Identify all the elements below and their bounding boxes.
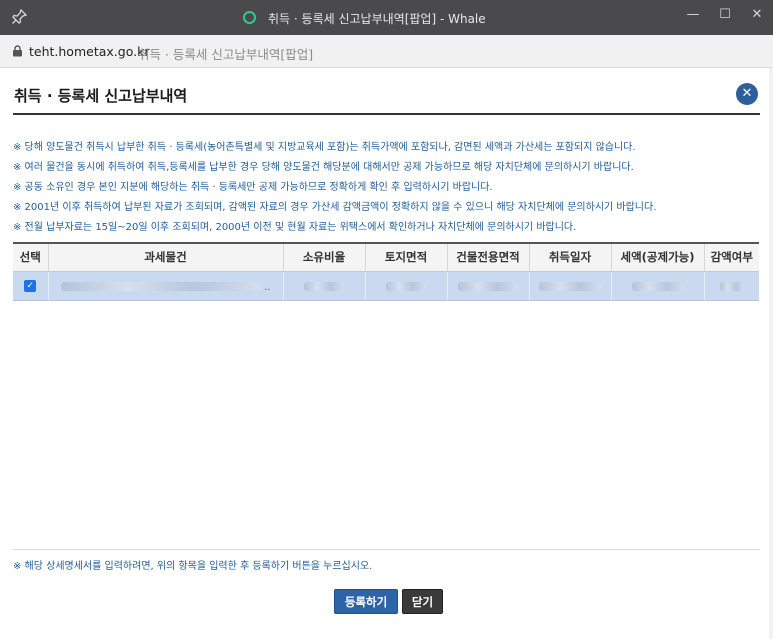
column-header-select: 선택 [13,242,49,272]
column-header-taxable-item: 과세물건 [48,242,284,272]
close-button[interactable]: 닫기 [402,589,443,614]
page-title: 취득 · 등록세 신고납부내역 [14,87,188,105]
notice-item: ※ 공동 소유인 경우 본인 지분에 해당하는 취득 · 등록세만 공제 가능하… [13,182,493,193]
table-header-row: 선택 과세물건 소유비율 토지면적 건물전용면적 취득일자 세액(공제가능) 감… [13,242,759,272]
ownership-ratio-cell [283,271,366,301]
column-header-building-area: 건물전용면적 [447,242,530,272]
acquisition-date-cell [529,271,612,301]
notice-item: ※ 전월 납부자료는 15일~20일 이후 조회되며, 2000년 이전 및 현… [13,222,577,233]
url-text[interactable]: teht.hometax.go.kr [29,44,149,59]
close-icon[interactable]: ✕ [736,83,758,105]
tax-payment-table: 선택 과세물건 소유비율 토지면적 건물전용면적 취득일자 세액(공제가능) 감… [13,242,759,301]
redacted-text [60,281,261,291]
taxable-item-cell: .. [48,271,284,301]
scrollbar-track[interactable] [769,68,773,639]
notice-list: ※ 당해 양도물건 취득시 납부한 취득 · 등록세(농어촌특별세 및 지방교육… [13,138,760,238]
building-area-cell [447,271,530,301]
overflow-ellipsis: .. [264,281,271,293]
table-row[interactable]: ✓ .. [13,271,759,301]
redacted-text [386,281,426,291]
maximize-button[interactable]: ☐ [712,4,738,28]
row-checkbox[interactable]: ✓ [24,280,37,292]
redacted-text [458,281,518,291]
land-area-cell [365,271,448,301]
column-header-ownership-ratio: 소유비율 [283,242,366,272]
pin-icon[interactable] [11,9,27,25]
popup-header: 취득 · 등록세 신고납부내역 [13,68,760,115]
window-close-button[interactable]: ✕ [744,4,770,28]
minimize-button[interactable]: — [680,4,706,28]
redacted-text [539,281,601,291]
address-bar: teht.hometax.go.kr 취득 · 등록세 신고납부내역[팝업] [0,35,773,68]
register-button[interactable]: 등록하기 [334,589,398,614]
notice-item: ※ 2001년 이후 취득하여 납부된 자료가 조회되며, 감액된 자료의 경우… [13,202,657,213]
divider [13,549,760,550]
redacted-text [631,281,684,291]
reduction-cell [704,271,759,301]
column-header-tax-amount: 세액(공제가능) [611,242,705,272]
notice-item: ※ 여러 물건을 동시에 취득하여 취득,등록세를 납부한 경우 당해 양도물건… [13,162,634,173]
window-titlebar: 취득 · 등록세 신고납부내역[팝업] - Whale — ☐ ✕ [0,0,773,35]
lock-icon [13,45,22,57]
whale-logo-icon [243,11,256,24]
column-header-land-area: 토지면적 [365,242,448,272]
select-cell[interactable]: ✓ [13,271,49,301]
notice-item: ※ 당해 양도물건 취득시 납부한 취득 · 등록세(농어촌특별세 및 지방교육… [13,142,636,153]
column-header-reduction: 감액여부 [704,242,759,272]
footnote: ※ 해당 상세명세서를 입력하려면, 위의 항목을 입력한 후 등록하기 버튼을… [13,561,373,572]
column-header-acquisition-date: 취득일자 [529,242,612,272]
redacted-text [719,281,744,291]
redacted-text [304,281,344,291]
tax-amount-cell [611,271,705,301]
popup-page-title: 취득 · 등록세 신고납부내역[팝업] [138,47,314,62]
window-title: 취득 · 등록세 신고납부내역[팝업] - Whale [268,12,486,26]
